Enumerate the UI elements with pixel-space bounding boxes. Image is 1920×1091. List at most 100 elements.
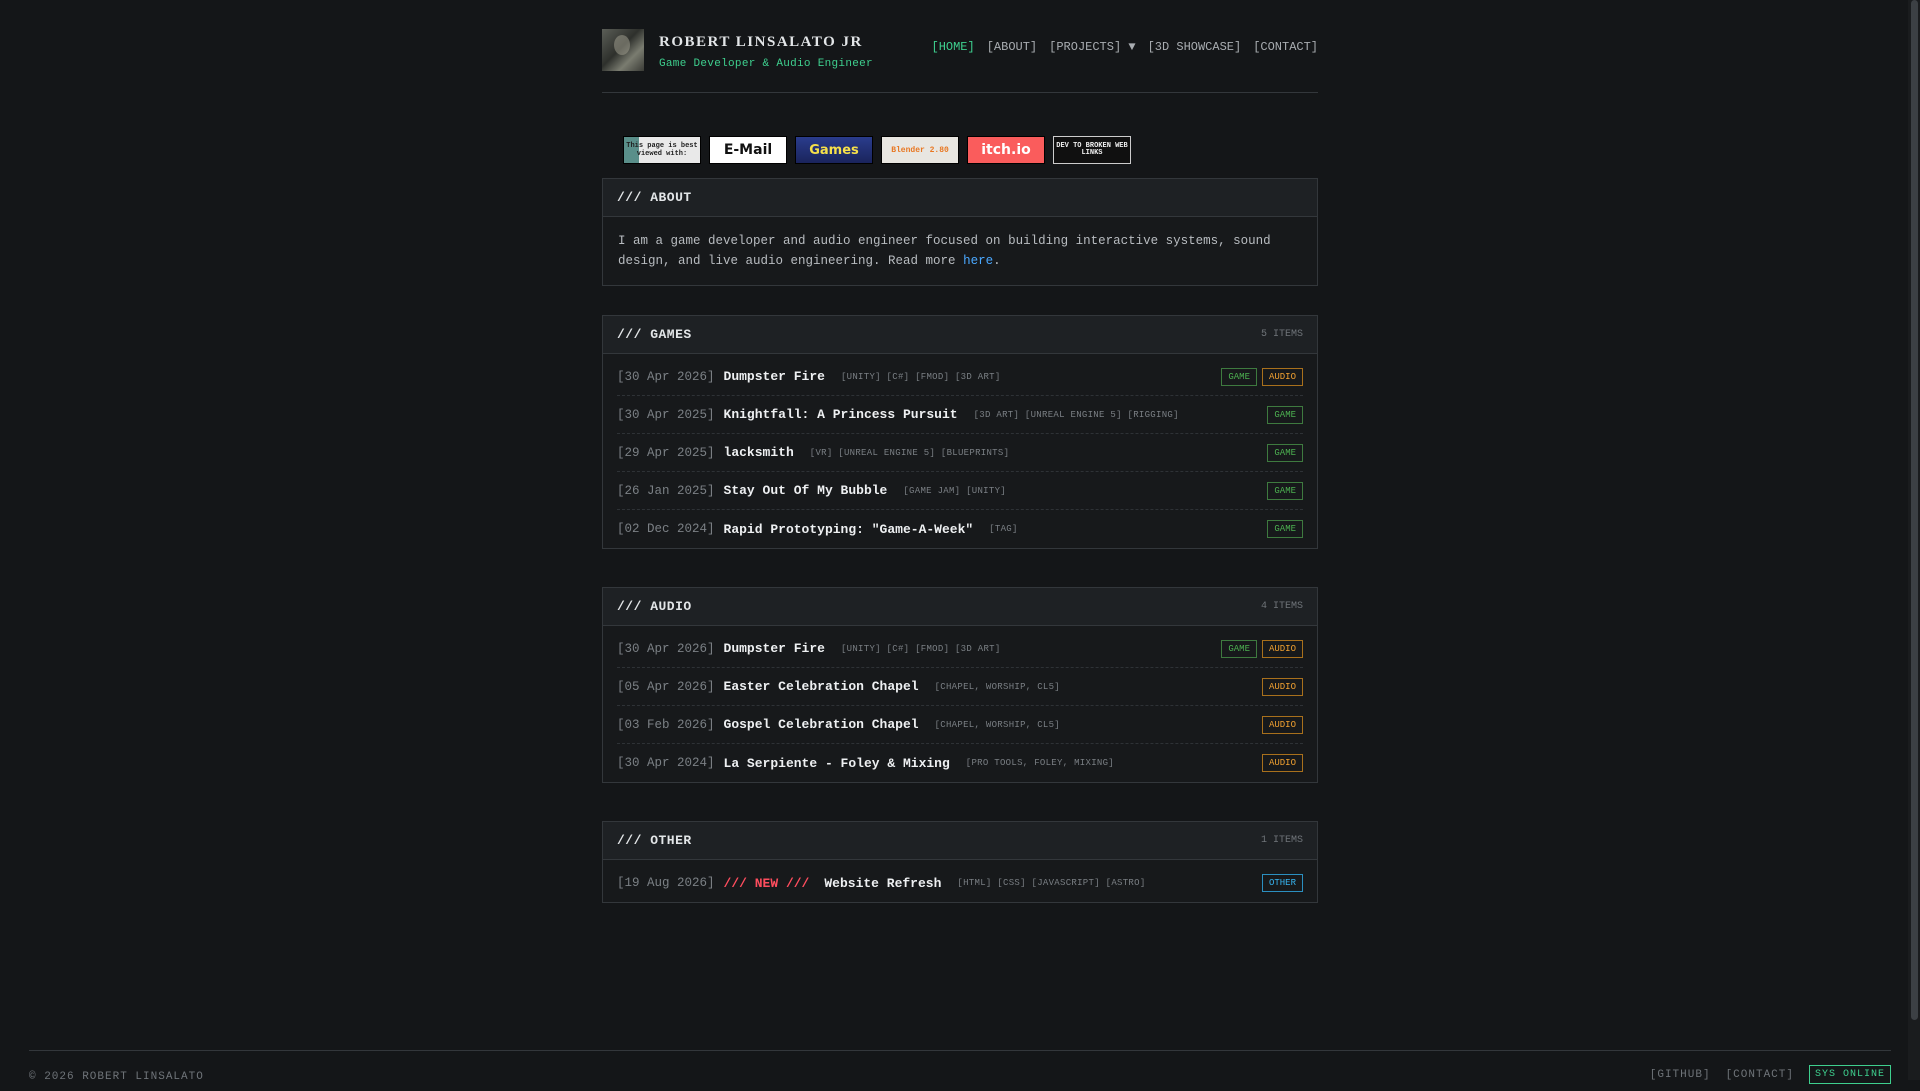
badge-best-viewed[interactable]: This page is best viewed with: — [623, 136, 701, 164]
item-date: [05 Apr 2026] — [617, 679, 715, 694]
audio-label: AUDIO — [1261, 715, 1303, 734]
other-panel: /// OTHER 1 ITEMS [19 Aug 2026] /// NEW … — [602, 821, 1318, 903]
list-item[interactable]: [29 Apr 2025] lacksmith [VR] [UNREAL ENG… — [617, 434, 1303, 472]
item-title[interactable]: Gospel Celebration Chapel — [724, 717, 919, 732]
audio-panel-header: /// AUDIO 4 ITEMS — [603, 588, 1317, 626]
site-header: ROBERT LINSALATO JR Game Developer & Aud… — [602, 0, 1318, 93]
games-count: 5 ITEMS — [1260, 329, 1303, 340]
item-title[interactable]: Stay Out Of My Bubble — [724, 483, 888, 498]
audio-list: [30 Apr 2026] Dumpster Fire [UNITY] [C#]… — [603, 626, 1317, 782]
audio-label: AUDIO — [1261, 639, 1303, 658]
list-item[interactable]: [30 Apr 2026] Dumpster Fire [UNITY] [C#]… — [617, 630, 1303, 668]
new-marker: /// NEW /// — [723, 875, 810, 891]
nav-about[interactable]: [ABOUT] — [987, 40, 1037, 54]
item-title[interactable]: Knightfall: A Princess Pursuit — [724, 407, 958, 422]
game-label: GAME — [1267, 481, 1303, 500]
item-title[interactable]: La Serpiente - Foley & Mixing — [724, 756, 950, 771]
list-item[interactable]: [30 Apr 2026] Dumpster Fire [UNITY] [C#]… — [617, 358, 1303, 396]
item-tags: [VR] [UNREAL ENGINE 5] [BLUEPRINTS] — [809, 447, 1010, 458]
badge-email[interactable]: E-Mail — [709, 136, 787, 164]
other-panel-header: /// OTHER 1 ITEMS — [603, 822, 1317, 860]
other-label: OTHER — [1261, 874, 1303, 892]
audio-panel: /// AUDIO 4 ITEMS [30 Apr 2026] Dumpster… — [602, 587, 1318, 783]
nav-home[interactable]: [HOME] — [932, 40, 975, 54]
audio-label: AUDIO — [1261, 677, 1303, 696]
other-title: /// OTHER — [617, 833, 692, 848]
game-label: GAME — [1221, 367, 1257, 386]
games-panel: /// GAMES 5 ITEMS [30 Apr 2026] Dumpster… — [602, 315, 1318, 549]
about-panel-header: /// ABOUT — [603, 179, 1317, 217]
copyright: © 2026 ROBERT LINSALATO — [29, 1071, 204, 1083]
nav-projects-dropdown[interactable]: [PROJECTS] ▼ — [1049, 40, 1135, 54]
item-title[interactable]: Dumpster Fire — [724, 641, 825, 656]
item-tags: [TAG] — [989, 524, 1018, 534]
item-tags: [CHAPEL, WORSHIP, CL5] — [934, 719, 1060, 730]
audio-count: 4 ITEMS — [1260, 601, 1303, 612]
list-item[interactable]: [02 Dec 2024] Rapid Prototyping: "Game-A… — [617, 510, 1303, 548]
site-footer: © 2026 ROBERT LINSALATO [GITHUB] [CONTAC… — [29, 1050, 1891, 1091]
audio-title: /// AUDIO — [617, 599, 692, 614]
games-panel-header: /// GAMES 5 ITEMS — [603, 316, 1317, 354]
about-panel: /// ABOUT I am a game developer and audi… — [602, 178, 1318, 286]
item-tags: [UNITY] [C#] [FMOD] [3D ART] — [840, 643, 1001, 654]
game-label: GAME — [1267, 443, 1303, 462]
status-badge: SYS ONLINE — [1808, 1065, 1891, 1084]
item-date: [02 Dec 2024] — [617, 522, 715, 536]
games-title: /// GAMES — [617, 327, 692, 342]
about-title: /// ABOUT — [617, 190, 692, 205]
badge-broken-links[interactable]: DEV TO BROKEN WEB LINKS — [1053, 136, 1131, 164]
badge-blender[interactable]: Blender 2.80 — [881, 136, 959, 164]
page-scrollbar[interactable] — [1908, 0, 1920, 1080]
item-tags: [HTML] [CSS] [JAVASCRIPT] [ASTRO] — [957, 878, 1146, 888]
avatar — [602, 29, 644, 71]
item-tags: [UNITY] [C#] [FMOD] [3D ART] — [840, 371, 1001, 382]
item-tags: [CHAPEL, WORSHIP, CL5] — [934, 681, 1060, 692]
item-date: [30 Apr 2025] — [617, 407, 715, 422]
audio-label: AUDIO — [1261, 754, 1303, 772]
list-item[interactable]: [05 Apr 2026] Easter Celebration Chapel … — [617, 668, 1303, 706]
footer-links: [GITHUB] [CONTACT] SYS ONLINE — [1650, 1065, 1891, 1084]
item-date: [30 Apr 2026] — [617, 641, 715, 656]
list-item[interactable]: [30 Apr 2025] Knightfall: A Princess Pur… — [617, 396, 1303, 434]
footer-contact-link[interactable]: [CONTACT] — [1726, 1069, 1794, 1081]
item-date: [29 Apr 2025] — [617, 445, 715, 460]
item-title[interactable]: Dumpster Fire — [724, 369, 825, 384]
item-tags: [PRO TOOLS, FOLEY, MIXING] — [965, 758, 1115, 768]
list-item[interactable]: [19 Aug 2026] /// NEW /// Website Refres… — [617, 864, 1303, 902]
badge-itchio[interactable]: itch.io — [967, 136, 1045, 164]
other-count: 1 ITEMS — [1260, 835, 1303, 846]
item-title[interactable]: Rapid Prototyping: "Game-A-Week" — [724, 522, 974, 537]
nav-3d-showcase[interactable]: [3D SHOWCASE] — [1148, 40, 1242, 54]
games-list: [30 Apr 2026] Dumpster Fire [UNITY] [C#]… — [603, 354, 1317, 548]
item-date: [19 Aug 2026] — [617, 876, 715, 890]
item-date: [30 Apr 2024] — [617, 756, 715, 770]
site-name: ROBERT LINSALATO JR — [659, 34, 863, 50]
retro-badges: This page is best viewed with: E-Mail Ga… — [623, 136, 1131, 164]
item-date: [30 Apr 2026] — [617, 369, 715, 384]
about-end: . — [993, 254, 1001, 268]
game-label: GAME — [1267, 405, 1303, 424]
list-item[interactable]: [03 Feb 2026] Gospel Celebration Chapel … — [617, 706, 1303, 744]
game-label: GAME — [1221, 639, 1257, 658]
item-title[interactable]: Website Refresh — [824, 876, 941, 891]
main-nav: [HOME] [ABOUT] [PROJECTS] ▼ [3D SHOWCASE… — [932, 40, 1319, 54]
item-title[interactable]: lacksmith — [724, 445, 794, 460]
item-title[interactable]: Easter Celebration Chapel — [724, 679, 919, 694]
badge-games[interactable]: Games — [795, 136, 873, 164]
item-tags: [GAME JAM] [UNITY] — [903, 485, 1006, 496]
main-column: ROBERT LINSALATO JR Game Developer & Aud… — [602, 0, 1318, 903]
item-tags: [3D ART] [UNREAL ENGINE 5] [RIGGING] — [973, 409, 1179, 420]
nav-contact[interactable]: [CONTACT] — [1253, 40, 1318, 54]
game-label: GAME — [1267, 520, 1303, 538]
about-read-more-link[interactable]: here — [963, 254, 993, 268]
about-text: I am a game developer and audio engineer… — [603, 217, 1317, 285]
list-item[interactable]: [26 Jan 2025] Stay Out Of My Bubble [GAM… — [617, 472, 1303, 510]
other-list: [19 Aug 2026] /// NEW /// Website Refres… — [603, 860, 1317, 902]
item-date: [26 Jan 2025] — [617, 483, 715, 498]
item-date: [03 Feb 2026] — [617, 717, 715, 732]
site-subtitle: Game Developer & Audio Engineer — [659, 58, 873, 70]
scrollbar-thumb[interactable] — [1911, 0, 1918, 1020]
footer-github-link[interactable]: [GITHUB] — [1650, 1069, 1711, 1081]
about-body-text: I am a game developer and audio engineer… — [618, 234, 1271, 268]
list-item[interactable]: [30 Apr 2024] La Serpiente - Foley & Mix… — [617, 744, 1303, 782]
